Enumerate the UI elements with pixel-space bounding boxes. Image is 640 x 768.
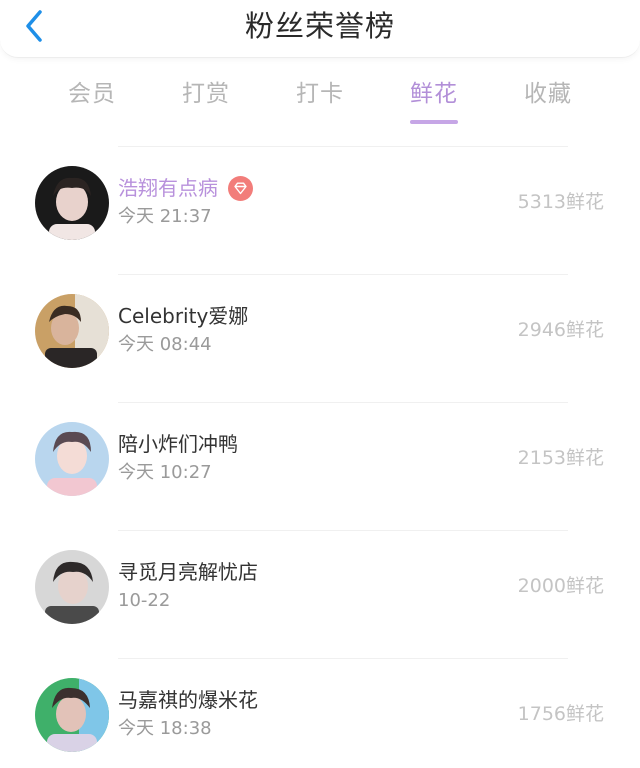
- tab-checkin[interactable]: 打卡: [263, 72, 377, 128]
- flower-count: 2946鲜花: [517, 319, 604, 341]
- avatar-portrait: [35, 678, 109, 752]
- name-line: Celebrity爱娜: [118, 303, 248, 329]
- tab-label: 收藏: [524, 81, 572, 107]
- flower-count: 1756鲜花: [517, 703, 604, 725]
- name-line: 寻觅月亮解忧店: [118, 559, 258, 585]
- ranking-row[interactable]: 寻觅月亮解忧店 10-22 2000鲜花: [0, 531, 640, 658]
- user-name[interactable]: 马嘉祺的爆米花: [118, 687, 258, 713]
- user-name[interactable]: 寻觅月亮解忧店: [118, 559, 258, 585]
- tab-tips[interactable]: 打赏: [149, 72, 263, 128]
- top-bar: 粉丝荣誉榜: [0, 0, 640, 58]
- timestamp: 今天 10:27: [118, 462, 212, 483]
- avatar[interactable]: [35, 550, 109, 624]
- name-line: 马嘉祺的爆米花: [118, 687, 258, 713]
- active-tab-indicator: [410, 120, 458, 124]
- user-name[interactable]: 陪小炸们冲鸭: [118, 431, 238, 457]
- tab-favorites[interactable]: 收藏: [491, 72, 605, 128]
- avatar-portrait: [35, 166, 109, 240]
- ranking-row[interactable]: 陪小炸们冲鸭 今天 10:27 2153鲜花: [0, 403, 640, 530]
- avatar[interactable]: [35, 166, 109, 240]
- flower-count: 2153鲜花: [517, 447, 604, 469]
- diamond-icon: [234, 182, 247, 194]
- tab-label: 打卡: [296, 81, 344, 107]
- flower-count: 2000鲜花: [517, 575, 604, 597]
- tab-flowers[interactable]: 鲜花: [377, 72, 491, 128]
- ranking-list: 浩翔有点病 今天 21:37 5313鲜花 Celebrity爱娜 今天 08:…: [0, 146, 640, 768]
- avatar[interactable]: [35, 678, 109, 752]
- timestamp: 今天 18:38: [118, 718, 212, 739]
- ranking-row[interactable]: Celebrity爱娜 今天 08:44 2946鲜花: [0, 275, 640, 402]
- tab-bar: 会员 打赏 打卡 鲜花 收藏: [35, 72, 605, 128]
- avatar-portrait: [35, 422, 109, 496]
- name-line: 浩翔有点病: [118, 175, 253, 201]
- tab-label: 会员: [68, 81, 116, 107]
- tab-label: 打赏: [182, 81, 230, 107]
- user-name[interactable]: Celebrity爱娜: [118, 303, 248, 329]
- flower-count: 5313鲜花: [517, 191, 604, 213]
- tab-members[interactable]: 会员: [35, 72, 149, 128]
- user-name[interactable]: 浩翔有点病: [118, 175, 218, 201]
- page-title: 粉丝荣誉榜: [244, 9, 395, 43]
- timestamp: 今天 08:44: [118, 334, 212, 355]
- avatar-portrait: [35, 550, 109, 624]
- ranking-row[interactable]: 马嘉祺的爆米花 今天 18:38 1756鲜花: [0, 659, 640, 768]
- timestamp: 今天 21:37: [118, 206, 212, 227]
- timestamp: 10-22: [118, 590, 171, 611]
- name-line: 陪小炸们冲鸭: [118, 431, 238, 457]
- avatar[interactable]: [35, 422, 109, 496]
- avatar[interactable]: [35, 294, 109, 368]
- vip-badge: [228, 175, 253, 201]
- fan-honor-page: 粉丝荣誉榜 会员 打赏 打卡 鲜花 收藏 浩翔有点病 今天 21:37 5313…: [0, 0, 640, 768]
- ranking-row[interactable]: 浩翔有点病 今天 21:37 5313鲜花: [0, 147, 640, 274]
- avatar-portrait: [35, 294, 109, 368]
